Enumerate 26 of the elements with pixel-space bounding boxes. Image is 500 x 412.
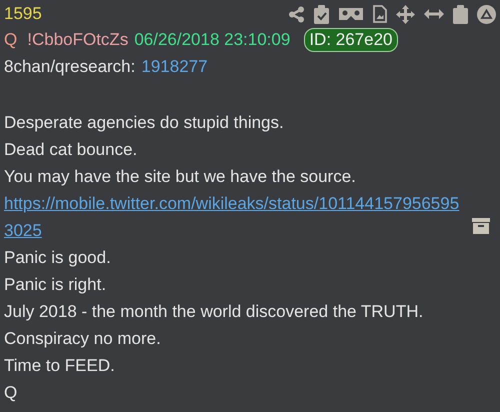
clipboard-icon[interactable] (453, 4, 468, 24)
goggles-icon[interactable] (338, 7, 364, 21)
post-text-line: Panic is right. (4, 275, 106, 294)
share-icon[interactable] (288, 6, 305, 22)
timestamp: 06/26/2018 23:10:09 (134, 30, 290, 50)
post-text-line: July 2018 - the month the world discovered the TRUTH. (4, 302, 424, 321)
post-text-line: Desperate agencies do stupid things. (4, 113, 284, 132)
tweet-link[interactable]: https://mobile.twitter.com/wikileaks/status/1011441579565953025 (4, 190, 466, 244)
archive-icon[interactable] (472, 218, 490, 234)
post-text-line: You may have the site but we have the source. (4, 167, 356, 186)
author-name: Q (4, 30, 18, 50)
thread-link[interactable]: 1918277 (141, 56, 208, 76)
post-text-line: Dead cat bounce. (4, 140, 138, 159)
id-badge: ID: 267e20 (304, 28, 398, 52)
post-text-line: Conspiracy no more. (4, 329, 161, 348)
post-number: 1595 (4, 4, 42, 24)
clipboard-check-icon[interactable] (314, 4, 329, 24)
document-icon[interactable] (373, 5, 387, 23)
post-text-line: Panic is good. (4, 248, 111, 267)
board-name: 8chan/qresearch: (4, 56, 136, 76)
tripcode: !CbboFOtcZs (27, 30, 128, 50)
post-text-line: Time to FEED. (4, 356, 115, 375)
scroll-top-icon[interactable] (477, 4, 496, 24)
move-icon[interactable] (396, 4, 415, 24)
double-arrow-icon[interactable] (424, 9, 444, 19)
post-text-line: Q (4, 383, 18, 402)
